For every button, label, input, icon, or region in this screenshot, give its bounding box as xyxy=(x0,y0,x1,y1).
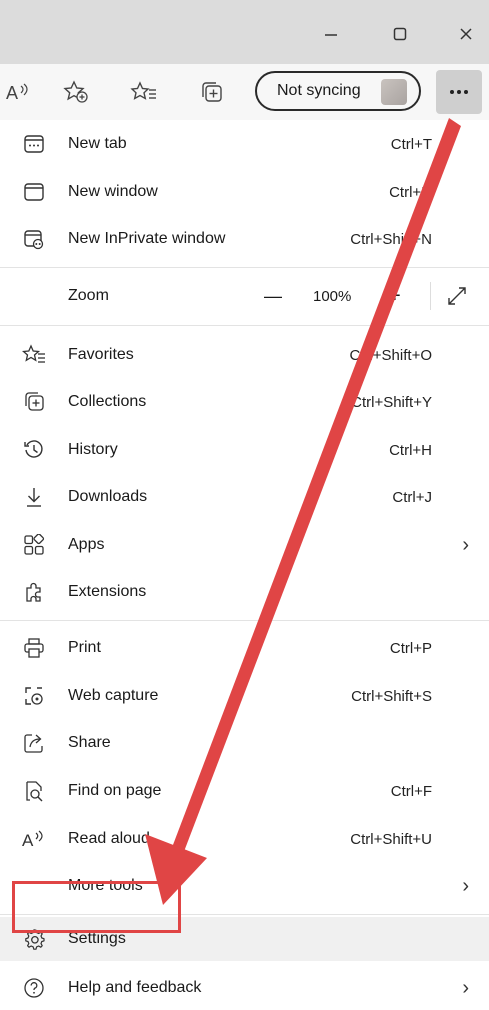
help-icon xyxy=(22,976,46,1000)
zoom-in-button[interactable]: + xyxy=(389,285,401,308)
apps-icon xyxy=(22,533,46,557)
close-icon[interactable] xyxy=(446,18,486,50)
maximize-icon[interactable] xyxy=(380,18,420,50)
zoom-out-button[interactable]: — xyxy=(264,286,282,307)
menu-item-new-tab[interactable]: New tab Ctrl+T xyxy=(0,122,489,166)
menu-item-new-inprivate-window[interactable]: New InPrivate window Ctrl+Shift+N xyxy=(0,217,489,261)
chevron-right-icon: › xyxy=(462,976,469,999)
shortcut-text: Ctrl+Shift+N xyxy=(350,230,432,248)
extensions-icon xyxy=(22,580,46,604)
menu-divider xyxy=(0,620,489,621)
menu-divider xyxy=(0,914,489,915)
web-capture-icon xyxy=(22,684,46,708)
chevron-right-icon: › xyxy=(462,874,469,897)
more-icon[interactable] xyxy=(436,70,482,114)
menu-divider xyxy=(0,267,489,268)
shortcut-text: Ctrl+J xyxy=(392,488,432,506)
collections-icon[interactable] xyxy=(196,77,228,107)
svg-text:A: A xyxy=(22,831,34,850)
menu-item-label: New window xyxy=(68,183,158,200)
menu-item-more-tools[interactable]: More tools › xyxy=(0,864,489,908)
menu-item-label: Web capture xyxy=(68,687,159,704)
menu-item-label: Read aloud xyxy=(68,830,150,847)
shortcut-text: Ctrl+F xyxy=(390,782,432,800)
menu-item-settings[interactable]: Settings xyxy=(0,917,489,961)
menu-item-label: Extensions xyxy=(68,583,147,600)
zoom-separator xyxy=(430,282,431,310)
minimize-icon[interactable] xyxy=(311,18,351,50)
menu-item-history[interactable]: History Ctrl+H xyxy=(0,428,489,472)
read-aloud-icon[interactable]: A xyxy=(2,77,34,107)
collections-icon xyxy=(22,390,46,414)
menu-item-label: Collections xyxy=(68,393,147,410)
menu-item-zoom: Zoom — 100% + xyxy=(0,274,489,318)
settings-and-more-menu: New tab Ctrl+T New window Ctrl+N New InP… xyxy=(0,120,489,1002)
menu-item-favorites[interactable]: Favorites Ctrl+Shift+O xyxy=(0,333,489,377)
menu-item-find-on-page[interactable]: Find on page Ctrl+F xyxy=(0,769,489,813)
menu-item-label: History xyxy=(68,441,118,458)
fullscreen-icon[interactable] xyxy=(446,285,468,307)
menu-item-label: Print xyxy=(68,639,101,656)
menu-item-label: New InPrivate window xyxy=(68,230,226,247)
favorites-icon xyxy=(22,343,46,367)
zoom-label: Zoom xyxy=(68,287,109,304)
menu-item-web-capture[interactable]: Web capture Ctrl+Shift+S xyxy=(0,674,489,718)
download-icon xyxy=(22,485,46,509)
menu-item-label: More tools xyxy=(68,877,143,894)
favorites-icon[interactable] xyxy=(128,77,160,107)
menu-item-label: New tab xyxy=(68,135,127,152)
menu-item-share[interactable]: Share xyxy=(0,721,489,765)
profile-button[interactable]: Not syncing xyxy=(255,71,421,111)
read-aloud-icon: A xyxy=(22,827,46,851)
zoom-value: 100% xyxy=(313,287,352,305)
menu-item-label: Downloads xyxy=(68,488,148,505)
browser-toolbar: A Not syncing xyxy=(0,64,489,120)
menu-item-help-and-feedback[interactable]: Help and feedback › xyxy=(0,966,489,1010)
menu-item-print[interactable]: Print Ctrl+P xyxy=(0,626,489,670)
menu-item-read-aloud[interactable]: A Read aloud Ctrl+Shift+U xyxy=(0,817,489,861)
menu-item-new-window[interactable]: New window Ctrl+N xyxy=(0,170,489,214)
shortcut-text: Ctrl+Shift+Y xyxy=(351,393,432,411)
menu-item-collections[interactable]: Collections Ctrl+Shift+Y xyxy=(0,380,489,424)
menu-item-label: Settings xyxy=(68,930,126,947)
menu-item-label: Help and feedback xyxy=(68,979,202,996)
shortcut-text: Ctrl+T xyxy=(390,135,432,153)
find-icon xyxy=(22,779,46,803)
profile-label: Not syncing xyxy=(277,82,361,99)
menu-item-apps[interactable]: Apps › xyxy=(0,523,489,567)
shortcut-text: Ctrl+Shift+U xyxy=(350,830,432,848)
share-icon xyxy=(22,731,46,755)
shortcut-text: Ctrl+Shift+S xyxy=(351,687,432,705)
svg-text:A: A xyxy=(6,83,18,103)
inprivate-icon xyxy=(22,227,46,251)
menu-item-downloads[interactable]: Downloads Ctrl+J xyxy=(0,475,489,519)
shortcut-text: Ctrl+P xyxy=(389,639,432,657)
menu-item-extensions[interactable]: Extensions xyxy=(0,570,489,614)
menu-item-label: Find on page xyxy=(68,782,162,799)
menu-divider xyxy=(0,325,489,326)
menu-item-label: Share xyxy=(68,734,111,751)
shortcut-text: Ctrl+Shift+O xyxy=(349,346,432,364)
menu-item-label: Apps xyxy=(68,536,105,553)
avatar xyxy=(381,79,407,105)
new-tab-icon xyxy=(22,132,46,156)
history-icon xyxy=(22,438,46,462)
shortcut-text: Ctrl+H xyxy=(389,441,432,459)
menu-item-label: Favorites xyxy=(68,346,134,363)
shortcut-text: Ctrl+N xyxy=(389,183,432,201)
add-favorite-icon[interactable] xyxy=(60,77,92,107)
print-icon xyxy=(22,636,46,660)
new-window-icon xyxy=(22,180,46,204)
chevron-right-icon: › xyxy=(462,533,469,556)
title-bar xyxy=(0,0,489,64)
gear-icon xyxy=(22,927,46,951)
